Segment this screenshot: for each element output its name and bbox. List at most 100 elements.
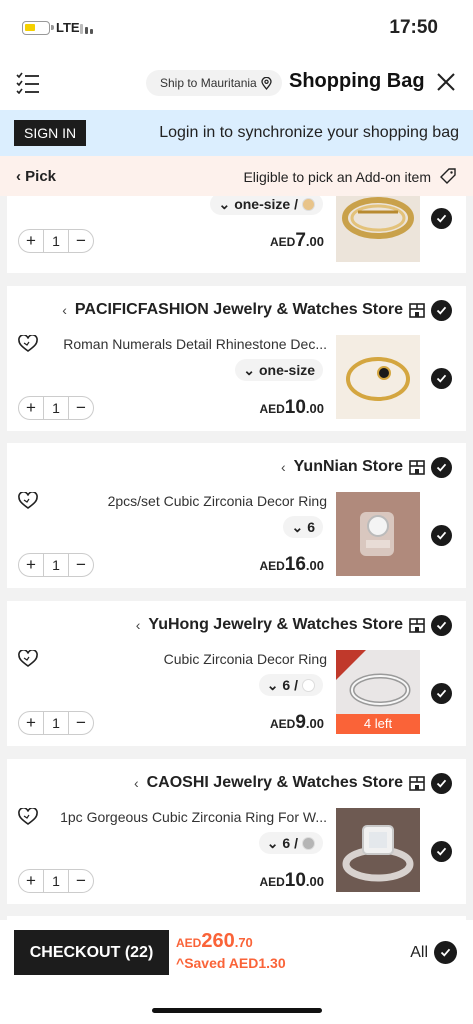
chevron-left-icon: ‹ (62, 302, 67, 318)
close-icon[interactable] (436, 72, 456, 92)
wishlist-heart-icon[interactable] (17, 492, 39, 510)
status-bar: LTE 17:50 (0, 0, 473, 56)
increase-button[interactable]: + (19, 397, 43, 419)
signal-icon (80, 22, 93, 34)
item-checkbox[interactable] (431, 208, 452, 229)
color-swatch (302, 197, 315, 211)
wishlist-heart-icon[interactable] (17, 650, 39, 668)
quantity-stepper[interactable]: + 1 − (18, 553, 94, 577)
location-pin-icon (261, 76, 272, 90)
chevron-down-icon: ⌄ (266, 677, 279, 693)
wishlist-heart-icon[interactable] (17, 335, 39, 353)
variant-selector[interactable]: ⌄ one-size / (210, 196, 323, 215)
ship-to-label: Ship to Mauritania (160, 76, 257, 90)
store-name: PACIFICFASHION Jewelry & Watches Store (74, 301, 403, 318)
wishlist-heart-icon[interactable] (17, 808, 39, 826)
increase-button[interactable]: + (19, 712, 43, 734)
decrease-button[interactable]: − (69, 870, 93, 892)
product-name[interactable]: Roman Numerals Detail Rhinestone Dec... (53, 336, 327, 352)
cart-item: ‹ CAOSHI Jewelry & Watches Store 1pc Gor… (7, 759, 466, 904)
checkout-button[interactable]: CHECKOUT (22) (14, 930, 169, 975)
product-name-row: 2pcs/set Cubic Zirconia Decor Ring (17, 491, 327, 511)
variant-selector[interactable]: ⌄ 6 / (258, 674, 323, 696)
app-header: Ship to Mauritania Shopping Bag (0, 56, 473, 110)
eligible-text: Eligible to pick an Add-on item (243, 169, 431, 185)
pick-link[interactable]: ‹ Pick (16, 168, 56, 185)
checklist-icon[interactable] (16, 72, 40, 94)
cart-item: ‹ YuHong Jewelry & Watches Store Cubic Z… (7, 601, 466, 746)
variant-selector[interactable]: ⌄ 6 / (258, 832, 323, 854)
item-checkbox[interactable] (431, 683, 452, 704)
store-checkbox[interactable] (431, 614, 452, 636)
store-checkbox[interactable] (431, 456, 452, 478)
quantity-stepper[interactable]: + 1 − (18, 229, 94, 253)
item-price: AED9.00 (270, 712, 324, 733)
savings-text: Saved AED1.30 (184, 955, 286, 971)
cart-item: ⌄ one-size / + 1 − AED7.00 (7, 196, 466, 273)
store-header[interactable]: ‹ YuHong Jewelry & Watches Store (136, 613, 452, 637)
item-checkbox[interactable] (431, 841, 452, 862)
product-image[interactable]: 4 left (336, 650, 420, 734)
quantity-value: 1 (43, 554, 69, 576)
cart-list[interactable]: ⌄ one-size / + 1 − AED7.00 ‹ PACIFICFASH… (0, 196, 473, 920)
item-checkbox[interactable] (431, 368, 452, 389)
sign-in-button[interactable]: SIGN IN (14, 120, 87, 146)
quantity-stepper[interactable]: + 1 − (18, 869, 94, 893)
chevron-left-icon: ‹ (16, 168, 26, 185)
quantity-stepper[interactable]: + 1 − (18, 396, 94, 420)
cart-item: ‹ PACIFICFASHION Jewelry & Watches Store… (7, 286, 466, 431)
chevron-down-icon: ⌄ (291, 519, 304, 535)
page-title: Shopping Bag (289, 70, 425, 92)
chevron-down-icon: ⌄ (243, 362, 255, 378)
store-icon (409, 617, 425, 633)
store-checkbox[interactable] (431, 299, 452, 321)
variant-selector[interactable]: ⌄ 6 (283, 516, 323, 538)
product-name[interactable]: 1pc Gorgeous Cubic Zirconia Ring For W..… (53, 809, 327, 825)
chevron-left-icon: ‹ (133, 775, 139, 791)
increase-button[interactable]: + (19, 230, 43, 252)
item-price: AED10.00 (259, 870, 324, 891)
ship-to-selector[interactable]: Ship to Mauritania (146, 70, 282, 96)
item-price: AED7.00 (270, 230, 324, 251)
add-on-bar[interactable]: ‹ Pick Eligible to pick an Add-on item (0, 156, 473, 196)
store-header[interactable]: ‹ YunNian Store (281, 455, 452, 479)
product-name[interactable]: 2pcs/set Cubic Zirconia Decor Ring (53, 493, 327, 509)
product-name[interactable]: Cubic Zirconia Decor Ring (53, 651, 327, 667)
network-label: LTE (56, 20, 80, 35)
chevron-left-icon: ‹ (280, 459, 286, 475)
store-name: YunNian Store (293, 458, 403, 475)
chevron-down-icon: ⌄ (266, 835, 279, 851)
store-header[interactable]: ‹ CAOSHI Jewelry & Watches Store (134, 771, 452, 795)
store-header[interactable]: ‹ PACIFICFASHION Jewelry & Watches Store (62, 298, 452, 322)
product-image[interactable] (336, 808, 420, 892)
battery-icon (22, 21, 54, 35)
increase-button[interactable]: + (19, 554, 43, 576)
chevron-left-icon: ‹ (135, 617, 141, 633)
store-checkbox[interactable] (431, 772, 452, 794)
select-all-checkbox[interactable] (434, 941, 457, 964)
quantity-stepper[interactable]: + 1 − (18, 711, 94, 735)
variant-selector[interactable]: ⌄ one-size (235, 359, 323, 381)
decrease-button[interactable]: − (69, 712, 93, 734)
store-name: CAOSHI Jewelry & Watches Store (146, 774, 403, 791)
checkout-bar: CHECKOUT (22) AED260.70 ^Saved AED1.30 A… (0, 920, 473, 1024)
select-all-label: All (410, 944, 428, 961)
sync-message: Login in to synchronize your shopping ba… (159, 124, 459, 141)
product-image[interactable] (336, 335, 420, 419)
home-indicator (152, 1008, 322, 1013)
savings-toggle[interactable]: ^Saved AED1.30 (176, 955, 286, 971)
store-icon (409, 302, 425, 318)
increase-button[interactable]: + (19, 870, 43, 892)
item-checkbox[interactable] (431, 525, 452, 546)
cart-item: ‹ YunNian Store 2pcs/set Cubic Zirconia … (7, 443, 466, 588)
item-price: AED16.00 (259, 554, 324, 575)
product-image[interactable] (336, 196, 420, 262)
product-image[interactable] (336, 492, 420, 576)
variant-label: one-size (258, 362, 315, 378)
store-name: YuHong Jewelry & Watches Store (148, 616, 403, 633)
decrease-button[interactable]: − (69, 230, 93, 252)
decrease-button[interactable]: − (69, 554, 93, 576)
store-icon (409, 459, 425, 475)
quantity-value: 1 (43, 230, 69, 252)
decrease-button[interactable]: − (69, 397, 93, 419)
